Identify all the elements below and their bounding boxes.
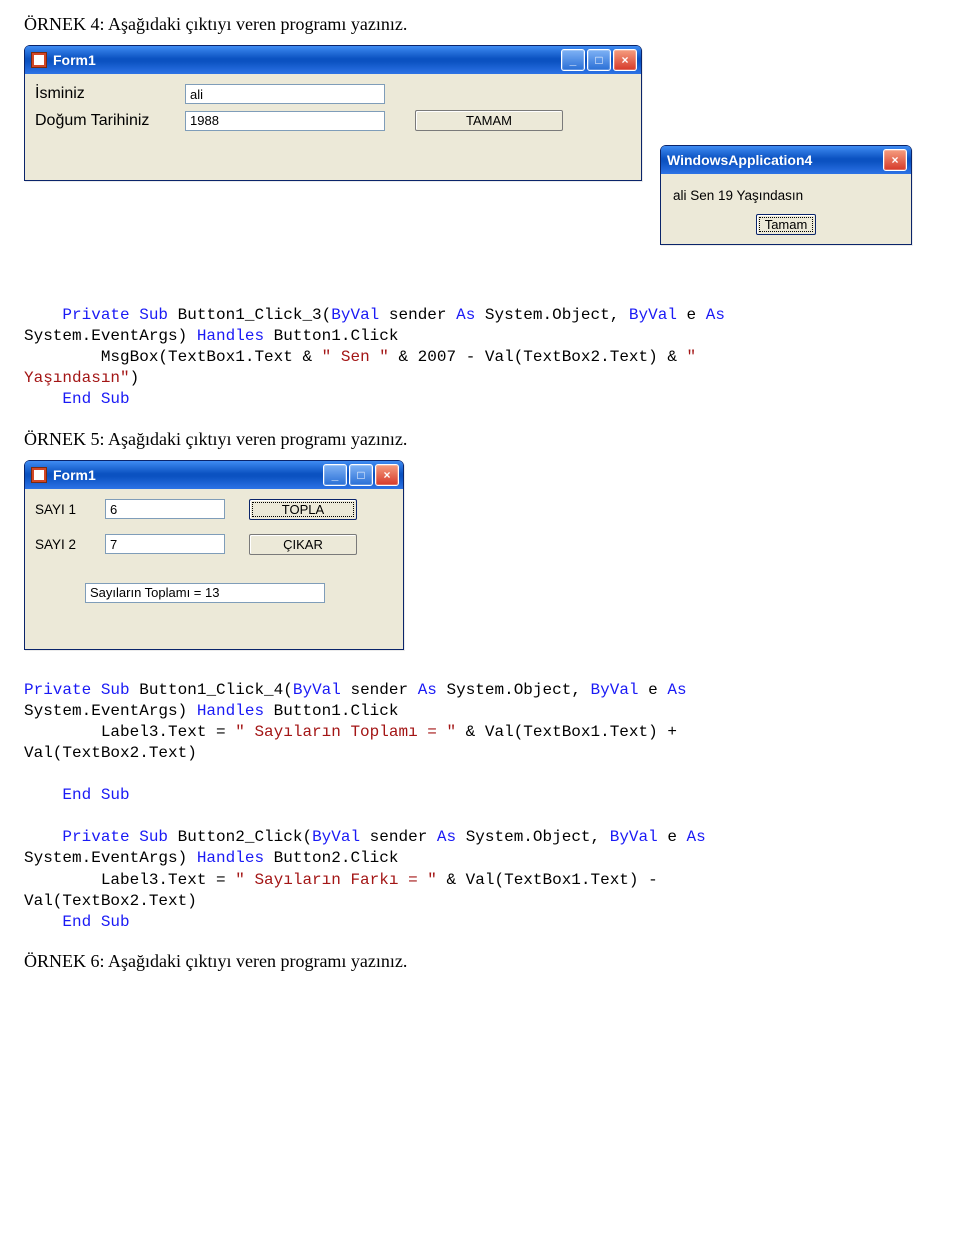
heading-ornek-4: ÖRNEK 4: Aşağıdaki çıktıyı veren program… [24,14,936,35]
form1-titlebar: Form1 _ □ × [25,46,641,74]
close-button[interactable]: × [613,49,637,71]
label3-result [85,583,325,603]
minimize-button[interactable]: _ [561,49,585,71]
label-sayi2: SAYI 2 [35,537,105,552]
form1-window: Form1 _ □ × İsminiz Doğum Tarihiniz TAMA… [24,45,642,181]
msgbox-ok-button[interactable]: Tamam [756,214,817,235]
code-block-ornek-4: Private Sub Button1_Click_3(ByVal sender… [24,305,936,411]
form-icon [31,467,47,483]
msgbox-text: ali Sen 19 Yaşındasın [671,182,901,217]
topla-button[interactable]: TOPLA [249,499,357,520]
textbox-sayi2[interactable] [105,534,225,554]
textbox-isminiz[interactable] [185,84,385,104]
form2-titlebar: Form1 _ □ × [25,461,403,489]
msgbox-titlebar: WindowsApplication4 × [661,146,911,174]
cikar-button[interactable]: ÇIKAR [249,534,357,555]
example-5-screenshot: Form1 _ □ × SAYI 1 TOPLA SAYI 2 ÇIKAR [24,460,936,670]
form1-body: İsminiz Doğum Tarihiniz TAMAM [25,74,641,180]
label-dogum-tarihiniz: Doğum Tarihiniz [35,112,185,130]
heading-ornek-5: ÖRNEK 5: Aşağıdaki çıktıyı veren program… [24,429,936,450]
form2-window: Form1 _ □ × SAYI 1 TOPLA SAYI 2 ÇIKAR [24,460,404,650]
form2-body: SAYI 1 TOPLA SAYI 2 ÇIKAR [25,489,403,649]
form-icon [31,52,47,68]
msgbox-title: WindowsApplication4 [667,152,812,168]
msgbox-window: WindowsApplication4 × ali Sen 19 Yaşında… [660,145,912,245]
maximize-button[interactable]: □ [587,49,611,71]
maximize-button[interactable]: □ [349,464,373,486]
form2-title: Form1 [53,467,96,483]
textbox-sayi1[interactable] [105,499,225,519]
code-block-ornek-5: Private Sub Button1_Click_4(ByVal sender… [24,680,936,933]
example-4-screenshots: Form1 _ □ × İsminiz Doğum Tarihiniz TAMA… [24,45,936,295]
msgbox-close-button[interactable]: × [883,149,907,171]
msgbox-body: ali Sen 19 Yaşındasın Tamam [661,174,911,244]
heading-ornek-6: ÖRNEK 6: Aşağıdaki çıktıyı veren program… [24,951,936,972]
textbox-dogum-tarihiniz[interactable] [185,111,385,131]
form1-title: Form1 [53,52,96,68]
close-button[interactable]: × [375,464,399,486]
label-sayi1: SAYI 1 [35,502,105,517]
label-isminiz: İsminiz [35,85,185,103]
tamam-button[interactable]: TAMAM [415,110,563,131]
minimize-button[interactable]: _ [323,464,347,486]
